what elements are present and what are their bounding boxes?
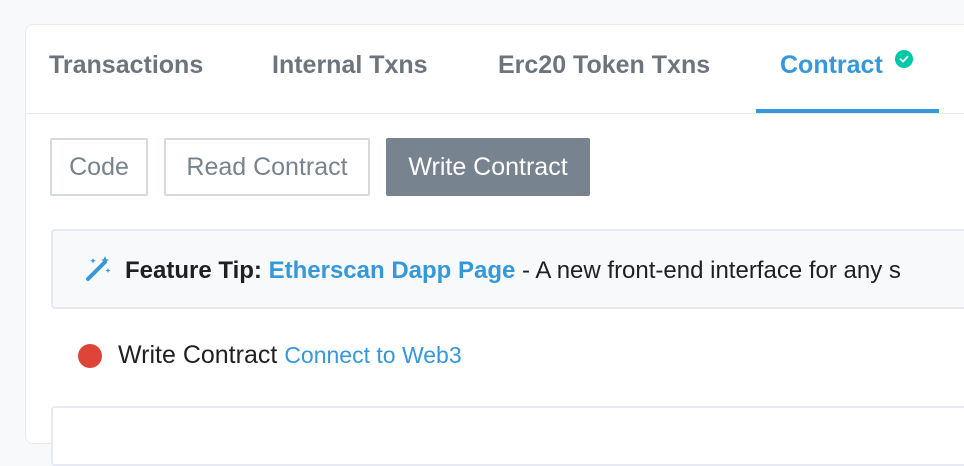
etherscan-dapp-page-link[interactable]: Etherscan Dapp Page <box>269 257 516 284</box>
contract-function-panel <box>51 406 964 466</box>
status-dot-icon <box>78 343 102 368</box>
magic-wand-icon <box>86 256 111 281</box>
tab-transactions[interactable]: Transactions <box>49 51 203 80</box>
contract-card: Transactions Internal Txns Erc20 Token T… <box>25 24 964 466</box>
tab-internal-txns[interactable]: Internal Txns <box>272 51 428 80</box>
write-contract-label: Write Contract <box>118 341 278 369</box>
read-contract-button[interactable]: Read Contract <box>164 138 370 196</box>
tab-erc20-token-txns[interactable]: Erc20 Token Txns <box>498 51 710 80</box>
web3-status-row: Write Contract Connect to Web3 <box>78 341 462 370</box>
feature-tip-text: Feature Tip: Etherscan Dapp Page - A new… <box>125 257 901 285</box>
write-contract-button[interactable]: Write Contract <box>386 138 590 196</box>
feature-tip-description: - A new front-end interface for any s <box>515 257 901 284</box>
active-tab-indicator <box>756 109 939 113</box>
feature-tip-prefix: Feature Tip: <box>125 257 262 284</box>
checkmark-glyph <box>899 55 909 63</box>
tab-bar: Transactions Internal Txns Erc20 Token T… <box>26 25 964 114</box>
tab-contract[interactable]: Contract <box>780 51 883 80</box>
code-button[interactable]: Code <box>50 138 148 196</box>
feature-tip-banner: Feature Tip: Etherscan Dapp Page - A new… <box>51 229 964 309</box>
check-circle-icon <box>895 50 913 68</box>
connect-to-web3-link[interactable]: Connect to Web3 <box>284 342 461 369</box>
